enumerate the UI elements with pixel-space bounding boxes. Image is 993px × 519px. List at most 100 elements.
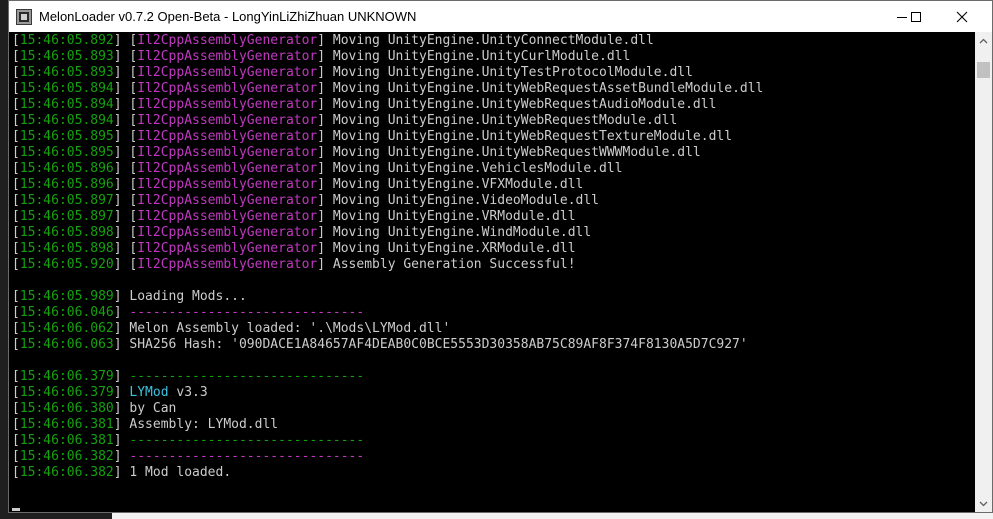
console-segment: ] Moving UnityEngine.VFXModule.dll (317, 177, 584, 192)
console-segment: 15:46:06.046 (19, 305, 114, 320)
console-line: [15:46:06.379] LYMod v3.3 (12, 385, 763, 401)
console-segment: ] 1 Mod loaded. (113, 465, 232, 480)
console-segment: [ (12, 449, 20, 464)
console-segment: ] Moving UnityEngine.UnityWebRequestModu… (317, 113, 678, 128)
console-segment: Il2CppAssemblyGenerator (137, 209, 318, 224)
console-segment: ] Moving UnityEngine.VehiclesModule.dll (317, 161, 623, 176)
console-segment: ] Moving UnityEngine.VideoModule.dll (317, 193, 600, 208)
console-segment: 15:46:05.897 (19, 193, 114, 208)
console-segment: Il2CppAssemblyGenerator (137, 113, 318, 128)
console-segment: ] [ (113, 145, 138, 160)
console-segment: 15:46:05.894 (19, 113, 114, 128)
console-line: [15:46:06.062] Melon Assembly loaded: '.… (12, 321, 763, 337)
console-segment: [ (12, 97, 20, 112)
console-line: [15:46:05.920] [Il2CppAssemblyGenerator]… (12, 257, 763, 273)
vertical-scrollbar[interactable] (975, 32, 992, 512)
console-segment: ] Moving UnityEngine.UnityTestProtocolMo… (317, 65, 693, 80)
console-segment: ] (113, 385, 130, 400)
console-segment: Il2CppAssemblyGenerator (137, 33, 318, 48)
console-segment: [ (12, 49, 20, 64)
console-line: [15:46:06.046] -------------------------… (12, 305, 763, 321)
console-segment: ] Moving UnityEngine.UnityCurlModule.dll (317, 49, 631, 64)
console-line: [15:46:05.898] [Il2CppAssemblyGenerator]… (12, 225, 763, 241)
console-segment: ] Assembly: LYMod.dll (113, 417, 279, 432)
console-line: [15:46:06.381] Assembly: LYMod.dll (12, 417, 763, 433)
scroll-up-button[interactable] (975, 32, 992, 49)
console-segment: [ (12, 369, 20, 384)
console-segment: [ (12, 225, 20, 240)
console-segment: [ (12, 337, 20, 352)
console-segment: [ (12, 433, 20, 448)
console-segment: ] (113, 433, 130, 448)
close-button[interactable] (939, 1, 985, 32)
maximize-button[interactable] (893, 1, 939, 32)
console-segment: ] Moving UnityEngine.XRModule.dll (317, 241, 576, 256)
console-segment: ------------------------------ (129, 433, 365, 448)
console-segment: 15:46:06.381 (19, 417, 114, 432)
console-segment: ------------------------------ (129, 449, 365, 464)
console-segment: Il2CppAssemblyGenerator (137, 129, 318, 144)
console-segment: [ (12, 65, 20, 80)
window-title: MelonLoader v0.7.2 Open-Beta - LongYinLi… (39, 9, 417, 24)
console-segment: ] [ (113, 81, 138, 96)
console-output[interactable]: [15:46:05.892] [Il2CppAssemblyGenerator]… (9, 32, 969, 512)
console-segment: 15:46:05.892 (19, 33, 114, 48)
console-segment: [ (12, 385, 20, 400)
console-line: [15:46:05.893] [Il2CppAssemblyGenerator]… (12, 65, 763, 81)
console-segment: ] (113, 449, 130, 464)
console-segment: ] Moving UnityEngine.VRModule.dll (317, 209, 576, 224)
console-segment: 15:46:05.897 (19, 209, 114, 224)
console-line: [15:46:05.893] [Il2CppAssemblyGenerator]… (12, 49, 763, 65)
console-line: [15:46:06.381] -------------------------… (12, 433, 763, 449)
console-segment: 15:46:05.920 (19, 257, 114, 272)
console-line: [15:46:05.895] [Il2CppAssemblyGenerator]… (12, 129, 763, 145)
console-segment: ] Moving UnityEngine.UnityWebRequestAsse… (317, 81, 764, 96)
scrollbar-thumb[interactable] (977, 62, 990, 78)
console-segment: 15:46:06.063 (19, 337, 114, 352)
close-icon (956, 11, 968, 22)
console-line: [15:46:06.382] 1 Mod loaded. (12, 465, 763, 481)
console-segment: 15:46:05.893 (19, 65, 114, 80)
console-segment: Il2CppAssemblyGenerator (137, 161, 318, 176)
console-segment: Il2CppAssemblyGenerator (137, 177, 318, 192)
console-segment: 15:46:05.893 (19, 49, 114, 64)
console-segment: Il2CppAssemblyGenerator (137, 65, 318, 80)
console-segment: ] [ (113, 177, 138, 192)
console-segment: 15:46:05.898 (19, 241, 114, 256)
console-window: MelonLoader v0.7.2 Open-Beta - LongYinLi… (8, 0, 993, 513)
console-segment: 15:46:06.379 (19, 369, 114, 384)
console-segment: [ (12, 177, 20, 192)
console-segment: 15:46:06.062 (19, 321, 114, 336)
console-segment: [ (12, 465, 20, 480)
console-segment: [ (12, 417, 20, 432)
console-segment: 15:46:06.379 (19, 385, 114, 400)
console-segment: Il2CppAssemblyGenerator (137, 241, 318, 256)
console-segment: [ (12, 241, 20, 256)
console-segment: ------------------------------ (129, 369, 365, 384)
console-segment: 15:46:05.896 (19, 161, 114, 176)
title-bar[interactable]: MelonLoader v0.7.2 Open-Beta - LongYinLi… (9, 1, 992, 32)
console-line: [15:46:06.382] -------------------------… (12, 449, 763, 465)
console-line: [15:46:05.897] [Il2CppAssemblyGenerator]… (12, 193, 763, 209)
console-line: [15:46:05.896] [Il2CppAssemblyGenerator]… (12, 177, 763, 193)
console-segment: [ (12, 321, 20, 336)
text-cursor (12, 508, 20, 511)
console-line: [15:46:05.989] Loading Mods... (12, 289, 763, 305)
console-segment: LYMod (129, 385, 169, 400)
console-segment: [ (12, 193, 20, 208)
console-segment: ] Moving UnityEngine.UnityWebRequestAudi… (317, 97, 717, 112)
console-segment: Il2CppAssemblyGenerator (137, 145, 318, 160)
console-segment: ] [ (113, 193, 138, 208)
console-segment: ] Moving UnityEngine.UnityWebRequestText… (317, 129, 733, 144)
console-line: [15:46:05.897] [Il2CppAssemblyGenerator]… (12, 209, 763, 225)
console-segment: [ (12, 401, 20, 416)
melonloader-app-icon (16, 8, 32, 25)
console-segment: [ (12, 161, 20, 176)
console-segment: v3.3 (168, 385, 208, 400)
chevron-down-icon (979, 501, 988, 506)
console-line: [15:46:05.892] [Il2CppAssemblyGenerator]… (12, 33, 763, 49)
scroll-down-button[interactable] (975, 495, 992, 512)
console-segment: ] Melon Assembly loaded: '.\Mods\LYMod.d… (113, 321, 451, 336)
console-segment: 15:46:05.894 (19, 81, 114, 96)
